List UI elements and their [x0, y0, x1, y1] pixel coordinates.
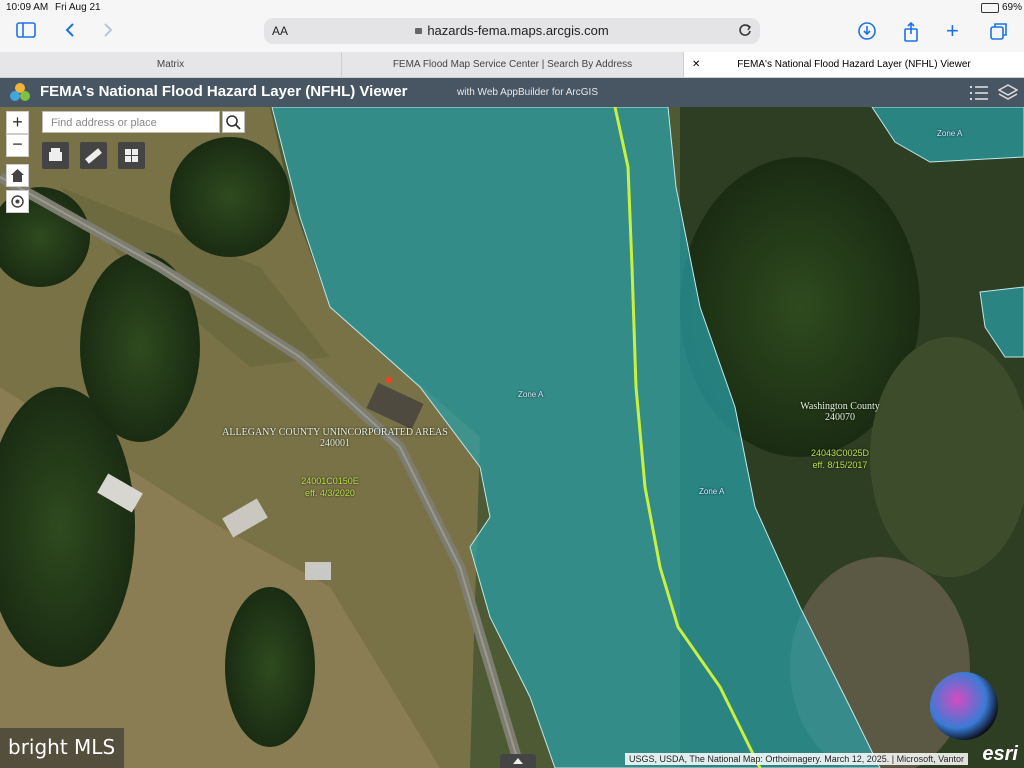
layers-icon[interactable]: [997, 83, 1019, 108]
allegany-panel-label: 24001C0150E eff. 4/3/2020: [301, 476, 359, 498]
map-view[interactable]: ALLEGANY COUNTY UNINCORPORATED AREAS 240…: [0, 107, 1024, 768]
attribute-table-toggle[interactable]: [500, 754, 536, 768]
zone-label: Zone A: [937, 129, 963, 138]
forward-icon[interactable]: [102, 22, 114, 41]
list-menu-icon[interactable]: [969, 84, 989, 107]
ruler-icon: [85, 148, 102, 164]
print-tool-button[interactable]: [42, 142, 69, 169]
close-tab-icon[interactable]: ✕: [692, 52, 700, 77]
back-icon[interactable]: [64, 22, 76, 41]
search-button[interactable]: [222, 111, 245, 133]
washington-county-label: Washington County 240070: [800, 401, 880, 423]
tab-nfhl-viewer[interactable]: ✕ FEMA's National Flood Hazard Layer (NF…: [684, 52, 1024, 77]
basemap-tool-button[interactable]: [118, 142, 145, 169]
home-icon: [11, 169, 24, 182]
app-logo-icon: [9, 82, 31, 109]
zoom-out-button[interactable]: −: [6, 134, 29, 157]
share-icon[interactable]: [903, 21, 919, 45]
tab-fema-msc[interactable]: FEMA Flood Map Service Center | Search B…: [342, 52, 684, 77]
washington-panel-label: 24043C0025D eff. 8/15/2017: [810, 448, 870, 470]
grid-icon: [125, 149, 138, 162]
search-icon: [226, 115, 241, 130]
tab-matrix[interactable]: Matrix: [0, 52, 342, 77]
siri-icon[interactable]: [930, 672, 998, 740]
download-icon[interactable]: [858, 22, 876, 43]
tabs-overview-icon[interactable]: [990, 22, 1008, 43]
tab-bar: Matrix FEMA Flood Map Service Center | S…: [0, 52, 1024, 78]
search-input[interactable]: Find address or place: [42, 111, 220, 133]
new-tab-icon[interactable]: +: [946, 20, 959, 42]
zone-label: Zone A: [699, 487, 725, 496]
app-title: FEMA's National Flood Hazard Layer (NFHL…: [40, 83, 408, 100]
measure-tool-button[interactable]: [80, 142, 107, 169]
reload-icon[interactable]: [738, 23, 752, 42]
esri-logo: esri: [982, 743, 1018, 765]
status-date: Fri Aug 21: [55, 2, 101, 13]
aerial-imagery: [0, 107, 1024, 768]
sidebar-icon[interactable]: [16, 22, 36, 41]
print-icon: [49, 148, 62, 161]
locate-button[interactable]: [6, 190, 29, 213]
allegany-county-label: ALLEGANY COUNTY UNINCORPORATED AREAS 240…: [222, 427, 448, 449]
map-attribution: USGS, USDA, The National Map: Orthoimage…: [625, 753, 968, 765]
url-text: hazards-fema.maps.arcgis.com: [427, 23, 609, 38]
status-time: 10:09 AM: [6, 2, 49, 13]
app-header: FEMA's National Flood Hazard Layer (NFHL…: [0, 78, 1024, 107]
address-bar[interactable]: AA hazards-fema.maps.arcgis.com: [264, 18, 760, 44]
zone-label: Zone A: [518, 390, 544, 399]
home-button[interactable]: [6, 164, 29, 187]
lock-icon: [415, 28, 423, 34]
app-subtitle: with Web AppBuilder for ArcGIS: [457, 87, 598, 98]
watermark: bright MLS: [0, 728, 124, 768]
zoom-in-button[interactable]: +: [6, 111, 29, 134]
locate-icon: [11, 195, 24, 208]
chevron-up-icon: [513, 758, 523, 764]
battery-level: 69%: [1002, 2, 1023, 13]
battery-icon: [981, 3, 999, 13]
browser-toolbar: 10:09 AM Fri Aug 21 69% AA hazards-fema.…: [0, 0, 1024, 52]
